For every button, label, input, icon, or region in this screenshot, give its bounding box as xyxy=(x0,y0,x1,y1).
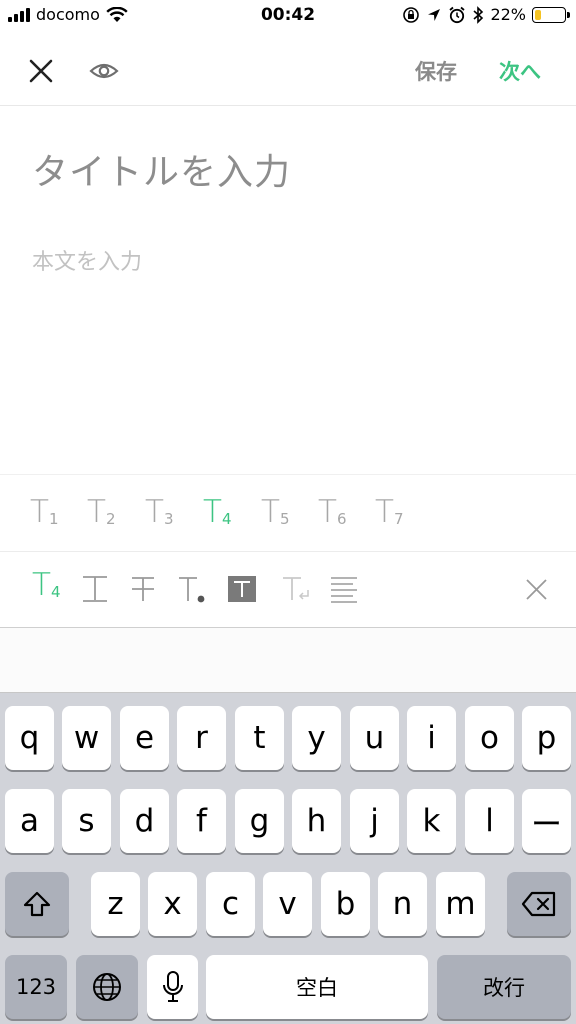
key-long-vowel[interactable]: ー xyxy=(522,789,571,853)
key-t[interactable]: t xyxy=(235,706,284,770)
microphone-icon xyxy=(162,971,183,1002)
key-w[interactable]: w xyxy=(62,706,111,770)
backspace-icon xyxy=(521,891,556,917)
underline-icon xyxy=(83,576,107,602)
key-c[interactable]: c xyxy=(206,872,255,936)
orientation-lock-icon xyxy=(403,6,420,23)
heading-glyph: T xyxy=(318,494,337,530)
close-icon xyxy=(526,579,547,600)
close-button[interactable] xyxy=(26,56,56,86)
return-key[interactable]: 改行 xyxy=(437,955,571,1019)
heading-6-button[interactable]: T6 xyxy=(318,497,362,533)
heading-glyph: T xyxy=(30,494,49,530)
heading-2-button[interactable]: T2 xyxy=(87,497,131,533)
numbers-key[interactable]: 123 xyxy=(5,955,67,1019)
status-right: 22% xyxy=(402,5,570,24)
shift-icon xyxy=(23,891,51,917)
battery-percent: 22% xyxy=(490,5,526,24)
close-icon xyxy=(29,59,53,83)
bluetooth-icon xyxy=(473,5,484,24)
key-x[interactable]: x xyxy=(148,872,197,936)
key-y[interactable]: y xyxy=(292,706,341,770)
heading-size-toolbar: T1 T2 T3 T4 T5 T6 T7 xyxy=(0,474,576,552)
dictation-key[interactable] xyxy=(147,955,198,1019)
heading-level: 5 xyxy=(279,510,290,528)
editor-navbar: 保存 次へ xyxy=(0,34,576,106)
format-toolbar: T4 xyxy=(0,552,576,628)
key-a[interactable]: a xyxy=(5,789,54,853)
heading-glyph: T xyxy=(145,494,164,530)
key-p[interactable]: p xyxy=(522,706,571,770)
toolbar-spacer xyxy=(0,628,576,692)
heading-level: 1 xyxy=(48,510,59,528)
key-s[interactable]: s xyxy=(62,789,111,853)
status-bar: docomo 00:42 22% xyxy=(0,0,576,34)
heading-level: 4 xyxy=(221,510,232,528)
key-d[interactable]: d xyxy=(120,789,169,853)
space-key[interactable]: 空白 xyxy=(206,955,428,1019)
clear-format-icon xyxy=(283,577,309,600)
key-f[interactable]: f xyxy=(177,789,226,853)
heading-level: 2 xyxy=(105,510,116,528)
key-r[interactable]: r xyxy=(177,706,226,770)
heading-7-button[interactable]: T7 xyxy=(375,497,419,533)
key-g[interactable]: g xyxy=(235,789,284,853)
underline-button[interactable] xyxy=(76,570,114,608)
align-button[interactable] xyxy=(326,570,364,608)
bullet-icon xyxy=(179,577,205,603)
preview-button[interactable] xyxy=(88,56,120,86)
globe-icon xyxy=(93,973,121,1001)
key-z[interactable]: z xyxy=(91,872,140,936)
heading-icon: T xyxy=(32,567,51,603)
key-e[interactable]: e xyxy=(120,706,169,770)
key-j[interactable]: j xyxy=(350,789,399,853)
heading-level: 4 xyxy=(50,583,61,601)
key-h[interactable]: h xyxy=(292,789,341,853)
keyboard: q w e r t y u i o p a s d f g h j k l ー … xyxy=(0,692,576,1024)
eye-icon xyxy=(89,63,119,79)
heading-5-button[interactable]: T5 xyxy=(261,497,305,533)
body-input[interactable]: 本文を入力 xyxy=(32,244,142,276)
key-o[interactable]: o xyxy=(465,706,514,770)
highlight-icon xyxy=(228,576,256,602)
globe-key[interactable] xyxy=(76,955,138,1019)
heading-3-button[interactable]: T3 xyxy=(145,497,189,533)
heading-4-button[interactable]: T4 xyxy=(203,497,247,533)
heading-glyph: T xyxy=(203,494,222,530)
close-toolbar-button[interactable] xyxy=(518,570,556,608)
key-m[interactable]: m xyxy=(436,872,485,936)
heading-glyph: T xyxy=(375,494,394,530)
alarm-icon xyxy=(449,6,466,23)
heading-level: 6 xyxy=(336,510,347,528)
heading-glyph: T xyxy=(87,494,106,530)
backspace-key[interactable] xyxy=(507,872,571,936)
strikethrough-icon xyxy=(132,577,154,601)
key-u[interactable]: u xyxy=(350,706,399,770)
heading-1-button[interactable]: T1 xyxy=(30,497,74,533)
save-button[interactable]: 保存 xyxy=(415,56,457,86)
key-l[interactable]: l xyxy=(465,789,514,853)
battery-level xyxy=(535,9,542,20)
heading-level: 3 xyxy=(163,510,174,528)
key-k[interactable]: k xyxy=(407,789,456,853)
key-v[interactable]: v xyxy=(263,872,312,936)
location-icon xyxy=(428,8,441,21)
battery-icon xyxy=(532,6,570,23)
highlight-button[interactable] xyxy=(224,570,262,608)
bullet-button[interactable] xyxy=(172,570,210,608)
heading-glyph: T xyxy=(261,494,280,530)
heading-toggle-button[interactable]: T4 xyxy=(32,570,76,606)
align-icon xyxy=(331,577,357,603)
key-b[interactable]: b xyxy=(321,872,370,936)
title-input[interactable]: タイトルを入力 xyxy=(32,143,291,195)
next-button[interactable]: 次へ xyxy=(499,56,541,86)
key-i[interactable]: i xyxy=(407,706,456,770)
key-q[interactable]: q xyxy=(5,706,54,770)
clear-format-button[interactable] xyxy=(278,570,316,608)
strikethrough-button[interactable] xyxy=(124,570,162,608)
shift-key[interactable] xyxy=(5,872,69,936)
heading-level: 7 xyxy=(393,510,404,528)
key-n[interactable]: n xyxy=(378,872,427,936)
